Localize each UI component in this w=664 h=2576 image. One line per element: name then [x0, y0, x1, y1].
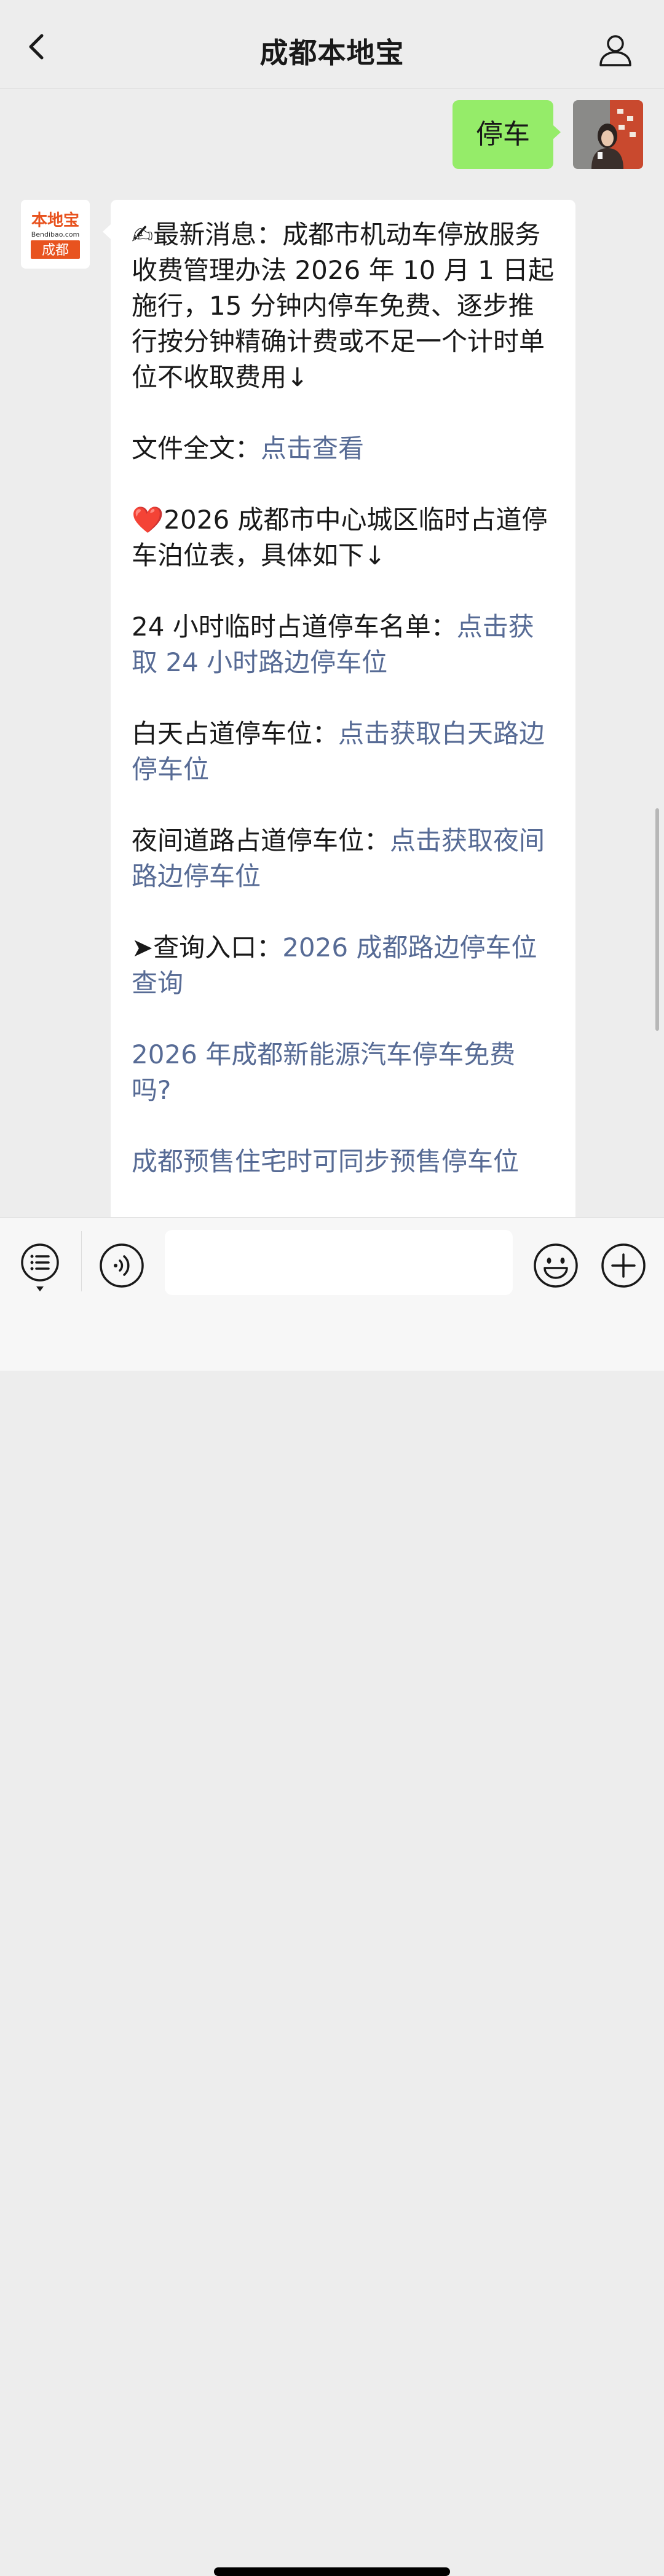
sent-message-bubble[interactable]: 停车 [453, 100, 561, 169]
news-paragraph: ✍最新消息：成都市机动车停放服务收费管理办法 2026 年 10 月 1 日起施… [132, 219, 555, 392]
24h-parking-paragraph: 24 小时临时占道停车名单：点击获取 24 小时路边停车位 [132, 609, 555, 680]
menu-list-icon[interactable] [18, 1242, 61, 1294]
user-avatar[interactable] [573, 100, 643, 169]
page-title: 成都本地宝 [259, 36, 405, 69]
chat-area[interactable]: 停车 本地宝 Bendibao.com 成都 ✍最新消息：成都市机动车停放服务收… [0, 89, 664, 1217]
query-entry-label: ➤查询入口： [132, 932, 283, 963]
header-bar: 成都本地宝 [0, 0, 664, 89]
bot-avatar[interactable]: 本地宝 Bendibao.com 成都 [21, 200, 90, 269]
user-avatar-photo [573, 100, 643, 169]
full-text-paragraph: 文件全文：点击查看 [132, 431, 555, 467]
night-parking-label: 夜间道路占道停车位： [132, 825, 390, 856]
voice-icon[interactable] [98, 1242, 145, 1289]
view-full-text-link[interactable]: 点击查看 [261, 433, 364, 463]
daytime-parking-paragraph: 白天占道停车位：点击获取白天路边停车位 [132, 716, 555, 787]
home-indicator [214, 2567, 450, 2576]
input-toolbar [0, 1217, 664, 2576]
night-parking-paragraph: 夜间道路占道停车位：点击获取夜间路边停车位 [132, 823, 555, 894]
bendibao-logo: 本地宝 Bendibao.com 成都 [21, 200, 90, 269]
svg-text:成都: 成都 [42, 243, 69, 258]
presale-parking-link[interactable]: 成都预售住宅时可同步预售停车位 [132, 1146, 519, 1176]
scrollbar[interactable] [655, 808, 659, 1031]
emoji-icon[interactable] [532, 1242, 579, 1289]
plus-icon[interactable] [600, 1242, 647, 1289]
person-icon[interactable] [598, 32, 633, 68]
new-energy-paragraph: 2026 年成都新能源汽车停车免费吗? [132, 1037, 555, 1108]
full-text-label: 文件全文： [132, 433, 261, 463]
new-energy-parking-link[interactable]: 2026 年成都新能源汽车停车免费吗? [132, 1039, 515, 1105]
24h-parking-label: 24 小时临时占道停车名单： [132, 612, 457, 642]
svg-text:本地宝: 本地宝 [31, 211, 79, 230]
received-message-bubble: ✍最新消息：成都市机动车停放服务收费管理办法 2026 年 10 月 1 日起施… [103, 200, 575, 1217]
query-entry-paragraph: ➤查询入口：2026 成都路边停车位查询 [132, 930, 555, 1001]
svg-text:Bendibao.com: Bendibao.com [31, 230, 80, 238]
presale-paragraph: 成都预售住宅时可同步预售停车位 [132, 1144, 555, 1180]
toolbar-divider [81, 1231, 82, 1291]
daytime-parking-label: 白天占道停车位： [132, 719, 339, 749]
message-input[interactable] [165, 1230, 513, 1295]
parking-table-paragraph: ❤️2026 成都市中心城区临时占道停车泊位表，具体如下↓ [132, 505, 548, 570]
